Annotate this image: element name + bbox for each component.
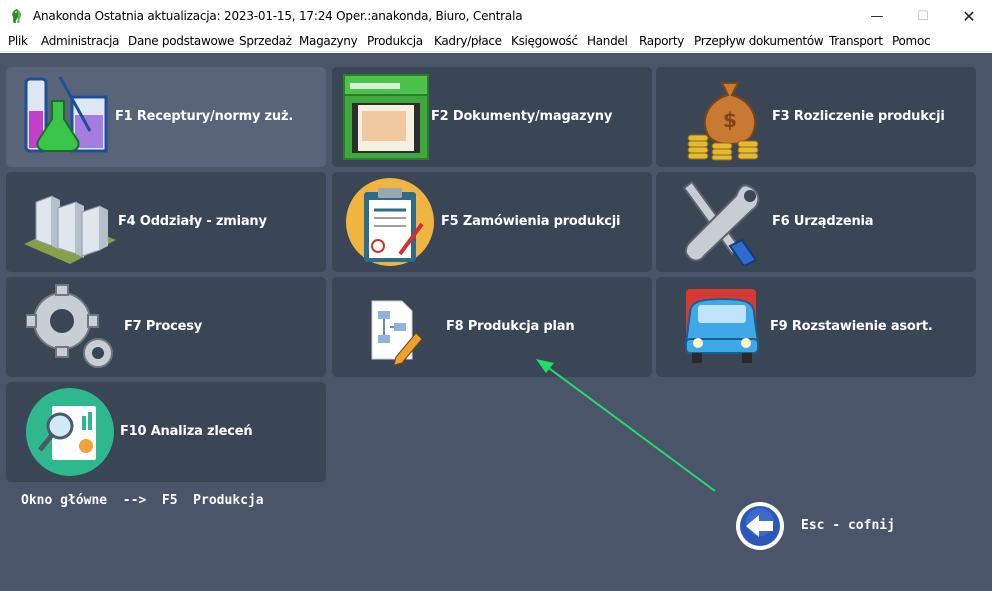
- gears-icon: [26, 284, 113, 368]
- clipboard-icon: [346, 178, 434, 266]
- tile-f5-zamowienia[interactable]: F5 Zamówienia produkcji: [332, 172, 652, 272]
- menu-przeplyw-dokumentow[interactable]: Przepływ dokumentów: [694, 34, 824, 48]
- menu-dane-podstawowe[interactable]: Dane podstawowe: [128, 34, 234, 48]
- annotation-arrow: [536, 359, 716, 492]
- app-logo-icon: [12, 9, 22, 23]
- menu-sprzedaz[interactable]: Sprzedaż: [239, 34, 292, 48]
- tile-label: F9 Rozstawienie asort.: [770, 319, 933, 334]
- file-drawer-icon: [343, 74, 429, 160]
- tile-label: F7 Procesy: [124, 319, 203, 334]
- tile-f2-dokumenty[interactable]: F2 Dokumenty/magazyny: [332, 67, 652, 167]
- tile-f6-urzadzenia[interactable]: F6 Urządzenia: [656, 172, 976, 272]
- menu-administracja[interactable]: Administracja: [41, 34, 120, 48]
- tile-label: F8 Produkcja plan: [446, 319, 575, 334]
- tile-label: F4 Oddziały - zmiany: [118, 214, 267, 229]
- maximize-button[interactable]: ☐: [900, 0, 946, 32]
- esc-back-button[interactable]: Esc - cofnij: [735, 501, 895, 553]
- menu-magazyny[interactable]: Magazyny: [299, 34, 358, 48]
- minimize-button[interactable]: —: [854, 0, 900, 32]
- menu-raporty[interactable]: Raporty: [639, 34, 684, 48]
- menu-ksiegowosc[interactable]: Księgowość: [511, 34, 578, 48]
- tile-f1-receptury[interactable]: F1 Receptury/normy zuż.: [6, 67, 326, 167]
- tile-f10-analiza[interactable]: F10 Analiza zleceń: [6, 382, 326, 482]
- tile-label: F5 Zamówienia produkcji: [441, 214, 621, 229]
- main-panel: F1 Receptury/normy zuż. F2 Dokumenty/mag…: [0, 53, 992, 591]
- tile-f7-procesy[interactable]: F7 Procesy: [6, 277, 326, 377]
- breadcrumb: Okno główne --> F5 Produkcja: [21, 493, 264, 508]
- menu-bar: Plik Administracja Dane podstawowe Sprze…: [0, 32, 992, 52]
- svg-text:$: $: [723, 108, 737, 132]
- tile-label: F6 Urządzenia: [772, 214, 874, 229]
- flowchart-document-icon: [371, 300, 423, 366]
- title-bar: Anakonda Ostatnia aktualizacja: 2023-01-…: [0, 0, 992, 32]
- tile-label: F1 Receptury/normy zuż.: [115, 109, 294, 124]
- tile-f3-rozliczenie[interactable]: $ F3 Rozliczenie produkcji: [656, 67, 976, 167]
- menu-plik[interactable]: Plik: [8, 34, 28, 48]
- esc-label: Esc - cofnij: [801, 518, 895, 533]
- lab-flask-icon: [24, 76, 108, 153]
- menu-transport[interactable]: Transport: [829, 34, 883, 48]
- menu-handel[interactable]: Handel: [587, 34, 628, 48]
- money-bag-icon: $: [687, 82, 759, 161]
- window-title: Anakonda Ostatnia aktualizacja: 2023-01-…: [33, 9, 523, 23]
- tile-label: F3 Rozliczenie produkcji: [772, 109, 945, 124]
- tile-f4-oddzialy[interactable]: F4 Oddziały - zmiany: [6, 172, 326, 272]
- close-button[interactable]: ✕: [946, 0, 992, 32]
- menu-produkcja[interactable]: Produkcja: [367, 34, 423, 48]
- tools-icon: [682, 180, 760, 266]
- menu-pomoc[interactable]: Pomoc: [892, 34, 931, 48]
- tile-label: F2 Dokumenty/magazyny: [431, 109, 613, 124]
- back-arrow-icon: [736, 502, 784, 550]
- tile-label: F10 Analiza zleceń: [120, 424, 253, 439]
- buildings-icon: [24, 195, 116, 264]
- analytics-icon: [26, 388, 114, 476]
- menu-kadry-place[interactable]: Kadry/płace: [434, 34, 502, 48]
